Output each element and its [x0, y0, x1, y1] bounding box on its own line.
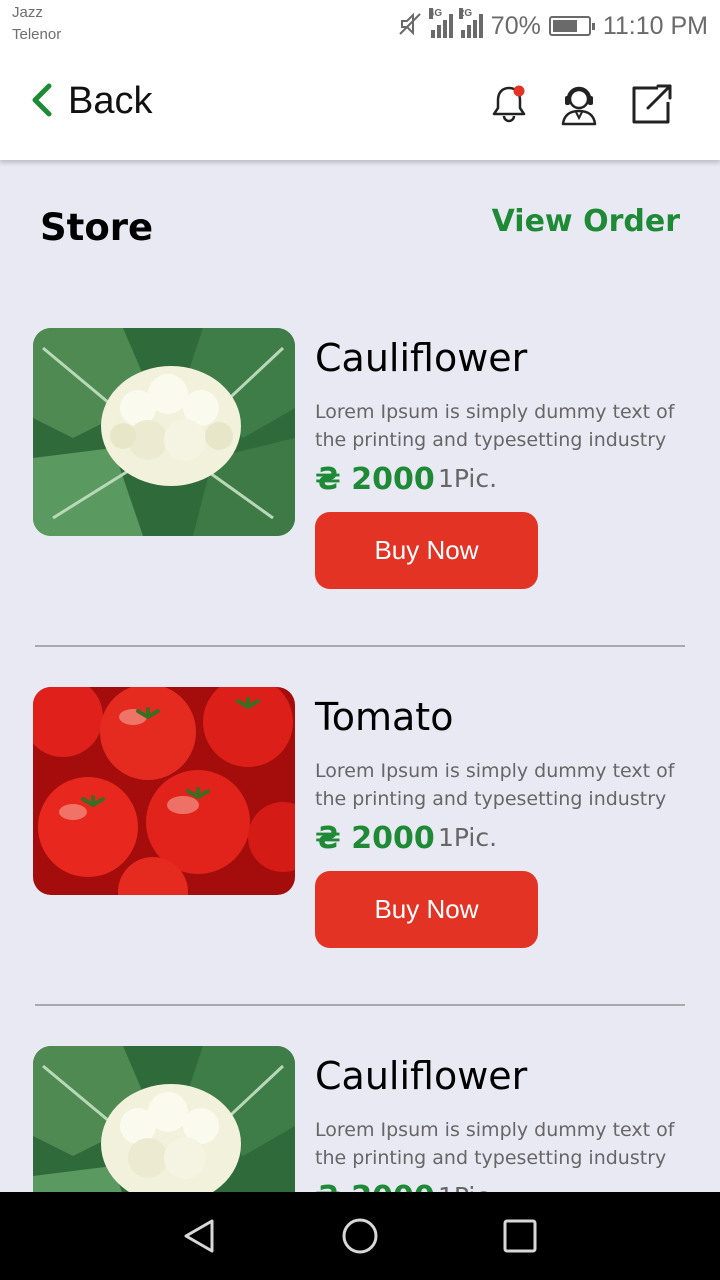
external-link-icon[interactable]: [630, 82, 674, 126]
product-unit: 1Pic.: [438, 823, 498, 852]
divider: [35, 1004, 685, 1006]
product-name: Tomato: [315, 695, 454, 739]
buy-now-button[interactable]: Buy Now: [315, 871, 538, 948]
app-header: Back: [0, 52, 720, 160]
product-description: Lorem Ipsum is simply dummy text of the …: [315, 401, 675, 451]
product-price: ₴ 2000: [315, 821, 435, 856]
system-nav-bar: [0, 1192, 720, 1280]
product-card: Cauliflower Lorem Ipsum is simply dummy …: [0, 1046, 720, 1192]
network-type-2: 2G: [458, 8, 473, 19]
product-name: Cauliflower: [315, 1054, 528, 1098]
chevron-left-icon: [30, 82, 54, 122]
product-price: ₴ 2000: [315, 1180, 435, 1192]
tomato-image: [33, 687, 295, 895]
product-price: ₴ 2000: [315, 462, 435, 497]
signal-strength-icon-1: 4G: [428, 8, 453, 38]
carrier-name-2: Telenor: [12, 26, 62, 43]
battery-fill: [552, 20, 577, 32]
product-description: Lorem Ipsum is simply dummy text of the …: [315, 760, 675, 810]
product-unit: 1Pic.: [438, 1182, 497, 1192]
product-card: Tomato Lorem Ipsum is simply dummy text …: [0, 687, 720, 987]
mute-icon: [397, 11, 423, 41]
bell-icon[interactable]: [487, 82, 531, 126]
status-indicators: 4G 2G 70% 11:10 PM: [397, 6, 708, 46]
page-title: Store: [40, 206, 154, 249]
back-label: Back: [68, 80, 153, 122]
clock: 11:10 PM: [602, 11, 708, 40]
product-name: Cauliflower: [315, 336, 528, 380]
status-bar: Jazz Telenor 4G 2G 70% 11:10 PM: [0, 0, 720, 52]
cauliflower-image: [33, 328, 295, 536]
product-card: Cauliflower Lorem Ipsum is simply dummy …: [0, 328, 720, 628]
support-agent-icon[interactable]: [557, 82, 601, 126]
back-button[interactable]: Back: [30, 80, 152, 123]
recents-square-icon[interactable]: [500, 1216, 540, 1256]
signal-strength-icon-2: 2G: [458, 8, 483, 38]
divider: [35, 645, 685, 647]
network-type-1: 4G: [428, 8, 443, 19]
battery-icon: [548, 16, 595, 36]
home-circle-icon[interactable]: [340, 1216, 380, 1256]
cauliflower-image: [33, 1046, 295, 1192]
battery-percent: 70%: [490, 11, 541, 40]
view-order-link[interactable]: View Order: [492, 204, 680, 239]
product-description: Lorem Ipsum is simply dummy text of the …: [315, 1119, 675, 1169]
carrier-name-1: Jazz: [12, 4, 43, 21]
product-unit: 1Pic.: [438, 464, 498, 493]
buy-now-button[interactable]: Buy Now: [315, 512, 538, 589]
back-triangle-icon[interactable]: [180, 1216, 220, 1256]
